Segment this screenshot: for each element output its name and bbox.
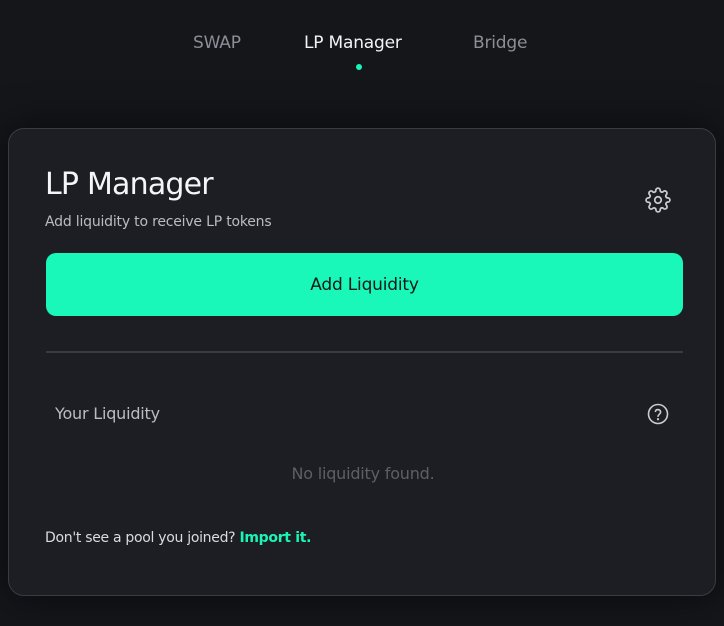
lp-manager-card: LP Manager Add liquidity to receive LP t… [8, 128, 716, 596]
help-button[interactable] [646, 402, 670, 426]
import-pool-link[interactable]: Import it. [239, 530, 311, 546]
tab-lp-manager[interactable]: LP Manager [304, 33, 402, 53]
import-prompt-text: Don't see a pool you joined? [45, 530, 236, 546]
page-subtitle: Add liquidity to receive LP tokens [45, 214, 272, 230]
divider [46, 351, 683, 353]
top-nav: SWAP LP Manager Bridge [0, 0, 724, 90]
question-circle-icon [647, 403, 669, 425]
gear-icon [645, 187, 671, 213]
your-liquidity-label: Your Liquidity [55, 404, 160, 423]
page-title: LP Manager [45, 167, 214, 202]
settings-button[interactable] [645, 187, 671, 213]
add-liquidity-button[interactable]: Add Liquidity [46, 253, 683, 316]
import-prompt-row: Don't see a pool you joined? Import it. [45, 530, 311, 546]
active-tab-indicator [356, 64, 362, 70]
tab-bridge[interactable]: Bridge [473, 33, 527, 53]
tab-swap[interactable]: SWAP [193, 33, 241, 53]
empty-liquidity-message: No liquidity found. [291, 464, 435, 483]
